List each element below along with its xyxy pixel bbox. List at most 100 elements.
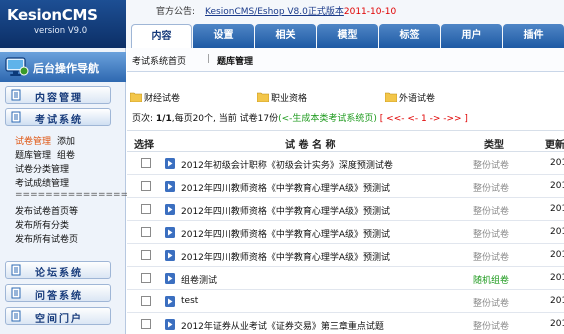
announcement: 官方公告: KesionCMS/Eshop V8.0正式版本2011-10-10 (156, 4, 396, 17)
breadcrumb-current: 题库管理 (217, 57, 254, 67)
table-header: 选择 试 卷 名 称 类型 更新 (127, 130, 564, 152)
paper-title[interactable]: 组卷测试 (181, 273, 217, 286)
paper-title[interactable]: 2012年初级会计职称《初级会计实务》深度预测试卷 (181, 158, 393, 171)
link-group-paper[interactable]: 组卷 (57, 151, 75, 161)
sidebar-item-forum[interactable]: 论坛系统 (5, 261, 111, 279)
paper-title[interactable]: 2012年四川教师资格《中学教育心理学A级》预测试 (181, 250, 390, 263)
tab-settings[interactable]: 设置 (193, 24, 254, 48)
sidebar-item-content-management[interactable]: 内容管理 (5, 86, 111, 104)
announcement-link[interactable]: KesionCMS/Eshop V8.0正式版本 (205, 7, 344, 17)
breadcrumb: 考试系统首页 | 题库管理 (127, 48, 564, 72)
category-name: 财经试卷 (144, 94, 181, 104)
paper-type: 整份试卷 (473, 184, 510, 194)
link-paper-category[interactable]: 试卷分类管理 (15, 165, 69, 175)
sidebar-item-exam-system[interactable]: 考试系统 (5, 108, 111, 126)
sidebar-item-label: 论坛系统 (35, 268, 83, 279)
paper-updated: 201 (550, 181, 564, 191)
arrow-right-icon[interactable] (165, 250, 175, 261)
row-checkbox[interactable] (141, 158, 151, 168)
paper-updated: 201 (550, 296, 564, 306)
tab-content[interactable]: 内容 (131, 24, 192, 48)
arrow-right-icon[interactable] (165, 158, 175, 169)
paper-title[interactable]: 2012年四川教师资格《中学教育心理学A级》预测试 (181, 227, 390, 240)
paper-type: 整份试卷 (473, 230, 510, 240)
header-update: 更新 (545, 140, 564, 151)
arrow-right-icon[interactable] (165, 296, 175, 307)
tab-related[interactable]: 相关 (255, 24, 316, 48)
tab-models[interactable]: 模型 (317, 24, 378, 48)
pager-current: 当前 试卷17份 (215, 114, 279, 124)
sidebar-item-label: 问答系统 (35, 291, 83, 302)
main-content: 考试系统首页 | 题库管理 财经试卷 职业资格 外语试卷 页次: 1/1,每页2… (127, 48, 564, 334)
top-header: KesionCMS version V9.0 官方公告: KesionCMS/Es… (0, 0, 564, 48)
paper-updated: 201 (550, 227, 564, 237)
paper-updated: 201 (550, 319, 564, 329)
pager-nav-start[interactable]: [ <<- <- (380, 114, 421, 124)
tab-plugins[interactable]: 插件 (503, 24, 564, 48)
link-publish-categories[interactable]: 发布所有分类 (15, 221, 69, 231)
logo-version: version V9.0 (34, 26, 88, 36)
pager-page: 1/1 (155, 114, 172, 124)
table-row: 2012年初级会计职称《初级会计实务》深度预测试卷 整份试卷 201 (127, 153, 564, 175)
header-name: 试 卷 名 称 (285, 140, 336, 151)
link-exam-results[interactable]: 考试成绩管理 (15, 179, 69, 189)
table-row: 2012年四川教师资格《中学教育心理学A级》预测试 整份试卷 201 (127, 222, 564, 244)
link-paper-manage[interactable]: 试卷管理 (15, 137, 51, 147)
arrow-right-icon[interactable] (165, 181, 175, 192)
pager-per-page: ,每页20个, (171, 114, 216, 124)
arrow-right-icon[interactable] (165, 204, 175, 215)
paper-updated: 201 (550, 250, 564, 260)
paper-title[interactable]: 2012年四川教师资格《中学教育心理学A级》预测试 (181, 204, 390, 217)
row-checkbox[interactable] (141, 250, 151, 260)
paper-type: 整份试卷 (473, 161, 510, 171)
paper-type: 整份试卷 (473, 299, 510, 309)
category-name: 职业资格 (271, 94, 308, 104)
row-checkbox[interactable] (141, 204, 151, 214)
arrow-right-icon[interactable] (165, 227, 175, 238)
row-checkbox[interactable] (141, 227, 151, 237)
paper-title[interactable]: test (181, 296, 198, 306)
monitor-icon (5, 57, 29, 76)
row-checkbox[interactable] (141, 319, 151, 329)
link-bank-manage[interactable]: 题库管理 (15, 151, 51, 161)
link-publish-home[interactable]: 发布试卷首页等 (15, 207, 78, 217)
arrow-right-icon[interactable] (165, 273, 175, 284)
paper-updated: 201 (550, 204, 564, 214)
row-checkbox[interactable] (141, 181, 151, 191)
tab-users[interactable]: 用户 (441, 24, 502, 48)
sidebar-item-label: 考试系统 (35, 115, 83, 126)
sidebar-header: 后台操作导航 (0, 52, 126, 82)
logo: KesionCMS version V9.0 (0, 0, 126, 48)
paper-title[interactable]: 2012年证券从业考试《证券交易》第三章重点试题 (181, 319, 384, 332)
sidebar-item-portal[interactable]: 空间门户 (5, 307, 111, 325)
table-row: 2012年证券从业考试《证券交易》第三章重点试题 整份试卷 201 (127, 314, 564, 334)
paper-type: 整份试卷 (473, 207, 510, 217)
row-checkbox[interactable] (141, 273, 151, 283)
paper-updated: 201 (550, 158, 564, 168)
sidebar-item-qa[interactable]: 问答系统 (5, 284, 111, 302)
arrow-right-icon[interactable] (165, 319, 175, 330)
generate-pages-link[interactable]: (<-生成本类考试系统页) (278, 114, 377, 124)
sidebar: 后台操作导航 内容管理 考试系统 试卷管理 添加 题库管理 组卷 试卷分类管理 考试… (0, 48, 136, 334)
category-name: 外语试卷 (399, 94, 436, 104)
folder-icon (130, 92, 142, 102)
pager-nav[interactable]: [ <<- <- 1 -> ->> ] (380, 114, 468, 124)
link-publish-papers[interactable]: 发布所有试卷页 (15, 235, 78, 245)
row-checkbox[interactable] (141, 296, 151, 306)
folder-icon (257, 92, 269, 102)
table-row: 2012年四川教师资格《中学教育心理学A级》预测试 整份试卷 201 (127, 176, 564, 198)
sidebar-item-label: 空间门户 (35, 314, 83, 325)
paper-type: 整份试卷 (473, 253, 510, 263)
tab-tags[interactable]: 标签 (379, 24, 440, 48)
sidebar-item-label: 内容管理 (35, 93, 83, 104)
paper-title[interactable]: 2012年四川教师资格《中学教育心理学A级》预测试 (181, 181, 390, 194)
link-add-paper[interactable]: 添加 (57, 137, 75, 147)
breadcrumb-separator: | (207, 54, 211, 64)
pager-prefix: 页次: (132, 114, 156, 124)
breadcrumb-home[interactable]: 考试系统首页 (132, 54, 186, 67)
paper-type: 随机组卷 (473, 276, 510, 286)
table-row: 组卷测试 随机组卷 201 (127, 268, 564, 290)
table-row: 2012年四川教师资格《中学教育心理学A级》预测试 整份试卷 201 (127, 245, 564, 267)
table-row: 2012年四川教师资格《中学教育心理学A级》预测试 整份试卷 201 (127, 199, 564, 221)
pager-nav-end[interactable]: -> ->> ] (427, 114, 468, 124)
